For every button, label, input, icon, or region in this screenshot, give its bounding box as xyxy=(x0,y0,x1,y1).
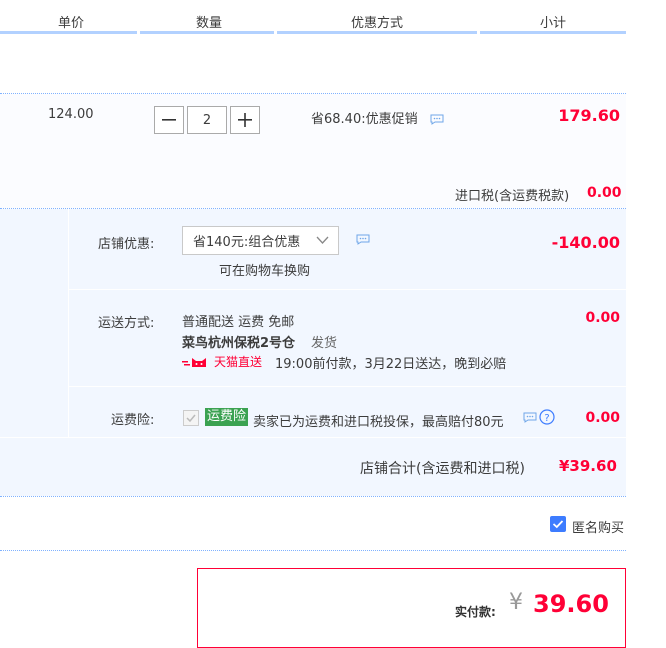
payment-label: 实付款: xyxy=(455,605,496,619)
item-subtotal: 179.60 xyxy=(558,106,620,125)
quantity-decrease-button[interactable] xyxy=(154,106,184,134)
header-subtotal: 小计 xyxy=(539,16,566,31)
store-total-label: 店铺合计(含运费和进口税) xyxy=(360,461,525,477)
anonymous-checkbox[interactable] xyxy=(550,516,566,532)
store-total-value: ¥39.60 xyxy=(559,457,617,475)
chevron-down-icon xyxy=(316,236,329,244)
shipping-label: 运送方式: xyxy=(98,316,155,331)
divider xyxy=(68,209,69,437)
anonymous-label: 匿名购买 xyxy=(572,521,625,536)
divider xyxy=(0,550,626,551)
shipping-warehouse: 菜鸟杭州保税2号仓 xyxy=(182,336,296,351)
tmall-direct-badge: 天猫直送 xyxy=(182,353,262,370)
header-divider xyxy=(0,31,137,34)
payment-amount: 39.60 xyxy=(533,590,609,618)
quantity-input[interactable] xyxy=(187,106,227,134)
store-discount-note: 可在购物车换购 xyxy=(219,264,311,279)
quantity-increase-button[interactable] xyxy=(230,106,260,134)
insurance-label: 运费险: xyxy=(111,413,155,428)
divider xyxy=(0,437,626,438)
header-divider xyxy=(277,31,477,34)
header-quantity: 数量 xyxy=(195,16,222,31)
insurance-amount: 0.00 xyxy=(585,410,620,426)
header-discount: 优惠方式 xyxy=(350,16,403,31)
header-unit-price: 单价 xyxy=(57,16,84,31)
divider xyxy=(69,386,626,387)
chat-icon[interactable] xyxy=(356,234,370,245)
payment-currency: ¥ xyxy=(509,590,523,615)
store-discount-label: 店铺优惠: xyxy=(98,237,155,252)
minus-icon xyxy=(162,119,176,121)
delivery-note: 19:00前付款，3月22日送达，晚到必赔 xyxy=(275,357,507,372)
tmall-direct-label: 天猫直送 xyxy=(214,355,263,369)
shipping-amount: 0.00 xyxy=(585,310,620,326)
store-discount-selected: 省140元:组合优惠 xyxy=(193,235,301,250)
insurance-badge: 运费险 xyxy=(205,408,249,426)
insurance-checkbox[interactable] xyxy=(183,410,199,426)
store-discount-select[interactable]: 省140元:组合优惠 xyxy=(182,226,339,255)
tmall-logo-icon xyxy=(182,357,206,367)
item-discount-text: 省68.40:优惠促销 xyxy=(311,112,418,127)
import-tax-value: 0.00 xyxy=(587,185,622,201)
shipping-method: 普通配送 运费 免邮 xyxy=(182,315,295,330)
store-discount-amount: -140.00 xyxy=(551,233,620,252)
divider xyxy=(69,289,626,290)
item-unit-price: 124.00 xyxy=(48,107,94,122)
divider xyxy=(0,496,626,497)
check-icon xyxy=(552,520,564,529)
check-icon xyxy=(186,414,196,423)
header-divider xyxy=(480,31,626,34)
header-divider xyxy=(140,31,274,34)
shipping-dispatch: 发货 xyxy=(311,336,338,351)
chat-icon[interactable] xyxy=(430,114,444,125)
plus-icon xyxy=(238,113,252,127)
chat-icon[interactable] xyxy=(523,412,537,423)
insurance-text: 卖家已为运费和进口税投保，最高赔付80元 xyxy=(253,415,504,430)
import-tax-label: 进口税(含运费税款) xyxy=(455,189,570,204)
